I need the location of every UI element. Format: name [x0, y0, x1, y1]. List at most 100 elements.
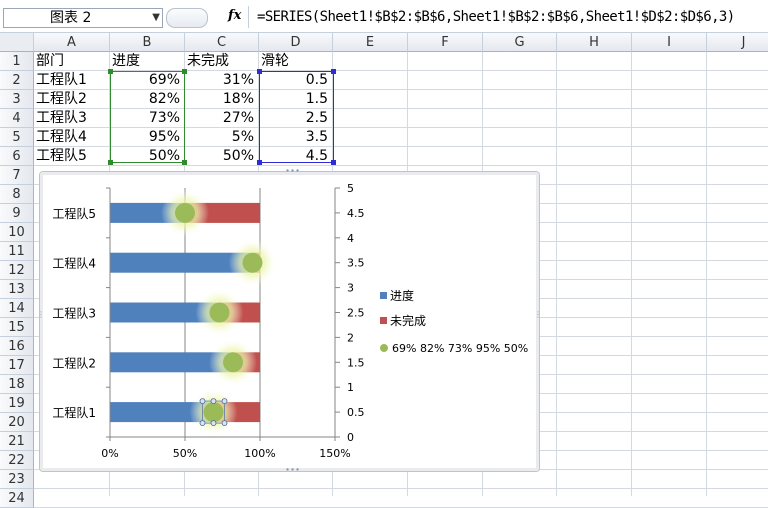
formula-buttons[interactable] — [166, 6, 218, 28]
range-highlight-slider — [259, 71, 334, 163]
y2-tick-label: 4 — [347, 232, 354, 245]
selection-handle — [199, 420, 206, 427]
category-label: 工程队3 — [52, 306, 96, 321]
category-label: 工程队4 — [52, 256, 96, 271]
gridline — [34, 488, 768, 489]
legend-swatch-progress — [380, 292, 387, 299]
row-header[interactable]: 15 — [0, 318, 34, 337]
y2-tick-label: 2 — [347, 331, 354, 344]
cell-c2[interactable]: 31% — [185, 69, 254, 89]
gridline — [631, 52, 632, 496]
selection-handle — [221, 398, 228, 405]
cell-c1[interactable]: 未完成 — [187, 50, 229, 70]
y2-tick-label: 1 — [347, 381, 354, 394]
range-handle[interactable] — [257, 69, 262, 74]
range-highlight-progress — [110, 71, 185, 163]
row-header[interactable]: 17 — [0, 356, 34, 375]
column-header-g[interactable]: G — [483, 33, 557, 52]
range-handle[interactable] — [108, 160, 113, 165]
row-header[interactable]: 23 — [0, 470, 34, 489]
row-header[interactable]: 5 — [0, 128, 34, 147]
chevron-down-icon[interactable]: ▼ — [152, 9, 160, 27]
row-header[interactable]: 22 — [0, 451, 34, 470]
legend-label-progress: 进度 — [390, 288, 414, 303]
y2-tick-label: 0 — [347, 431, 354, 444]
selection-handle — [210, 420, 217, 427]
range-handle[interactable] — [257, 160, 262, 165]
row-header[interactable]: 18 — [0, 375, 34, 394]
cell-c3[interactable]: 18% — [185, 88, 254, 108]
range-handle[interactable] — [182, 160, 187, 165]
cell-b1[interactable]: 进度 — [112, 50, 140, 70]
x-tick-label: 0% — [101, 447, 118, 460]
range-handle[interactable] — [182, 69, 187, 74]
cell-a6[interactable]: 工程队5 — [36, 145, 87, 165]
selection-handle — [199, 398, 206, 405]
column-header-i[interactable]: I — [632, 33, 707, 52]
row-header[interactable]: 20 — [0, 413, 34, 432]
column-header-h[interactable]: H — [557, 33, 632, 52]
column-header-f[interactable]: F — [408, 33, 483, 52]
row-header[interactable]: 19 — [0, 394, 34, 413]
gridline — [34, 165, 768, 166]
cancel-enter-pill[interactable] — [166, 8, 208, 28]
row-header[interactable]: 11 — [0, 242, 34, 261]
y2-tick-label: 0.5 — [347, 406, 365, 419]
row-header[interactable]: 12 — [0, 261, 34, 280]
row-header[interactable]: 24 — [0, 489, 34, 508]
column-header-j[interactable]: J — [707, 33, 768, 52]
category-label: 工程队5 — [52, 206, 96, 221]
row-header[interactable]: 21 — [0, 432, 34, 451]
cell-a4[interactable]: 工程队3 — [36, 107, 87, 127]
cell-a3[interactable]: 工程队2 — [36, 88, 87, 108]
row-header[interactable]: 13 — [0, 280, 34, 299]
data-marker — [209, 302, 230, 323]
row-header[interactable]: 10 — [0, 223, 34, 242]
cell-a5[interactable]: 工程队4 — [36, 126, 87, 146]
selection-handle — [221, 420, 228, 427]
row-header[interactable]: 14 — [0, 299, 34, 318]
cell-c4[interactable]: 27% — [185, 107, 254, 127]
category-label: 工程队2 — [52, 355, 96, 370]
range-handle[interactable] — [108, 69, 113, 74]
cell-c5[interactable]: 5% — [185, 126, 254, 146]
chart-plot: 工程队1 工程队2 工程队3 工程队4 工程队5 0% 50% 100% 150% 0 0.5 1 1.… — [52, 182, 528, 460]
cell-a1[interactable]: 部门 — [36, 50, 64, 70]
legend-swatch-marker — [380, 344, 388, 352]
row-header[interactable]: 8 — [0, 185, 34, 204]
legend-label-marker: 69% 82% 73% 95% 50% — [392, 342, 528, 355]
cell-a2[interactable]: 工程队1 — [36, 69, 87, 89]
formula-text[interactable]: =SERIES(Sheet1!$B$2:$B$6,Sheet1!$B$2:$B$… — [257, 9, 735, 25]
y2-tick-label: 5 — [347, 182, 354, 195]
y2-tick-label: 1.5 — [347, 356, 365, 369]
row-header[interactable]: 7 — [0, 166, 34, 185]
cell-d1[interactable]: 滑轮 — [261, 50, 289, 70]
row-header[interactable]: 2 — [0, 71, 34, 90]
y2-tick-label: 3 — [347, 282, 354, 295]
range-handle[interactable] — [331, 160, 336, 165]
column-header-e[interactable]: E — [333, 33, 408, 52]
y2-tick-label: 4.5 — [347, 207, 365, 220]
chart-object[interactable]: ∙∙∙ ∙∙∙ ⋮ ⋮ 工程队1 工程队2 工程队3 工程队4 工程队5 0% 50% 100… — [37, 167, 542, 474]
gridline — [706, 52, 707, 496]
row-header[interactable]: 9 — [0, 204, 34, 223]
legend-label-remaining: 未完成 — [390, 313, 426, 328]
row-header[interactable]: 4 — [0, 109, 34, 128]
name-box[interactable]: 图表 2 ▼ — [3, 8, 163, 28]
category-label: 工程队1 — [52, 405, 96, 420]
row-header[interactable]: 6 — [0, 147, 34, 166]
x-tick-label: 50% — [173, 447, 197, 460]
row-header[interactable]: 16 — [0, 337, 34, 356]
select-all-corner[interactable] — [0, 33, 34, 52]
row-header[interactable]: 1 — [0, 52, 34, 71]
range-handle[interactable] — [331, 69, 336, 74]
data-marker — [175, 202, 195, 223]
cell-c6[interactable]: 50% — [185, 145, 254, 165]
y2-tick-label: 3.5 — [347, 257, 365, 270]
formula-bar-area: 图表 2 ▼ fx =SERIES(Sheet1!$B$2:$B$6,Sheet… — [0, 0, 768, 33]
gridline — [556, 52, 557, 496]
formula-input[interactable]: =SERIES(Sheet1!$B$2:$B$6,Sheet1!$B$2:$B$… — [248, 6, 768, 28]
row-header[interactable]: 3 — [0, 90, 34, 109]
x-tick-label: 150% — [319, 447, 350, 460]
insert-function-icon[interactable]: fx — [228, 8, 241, 23]
